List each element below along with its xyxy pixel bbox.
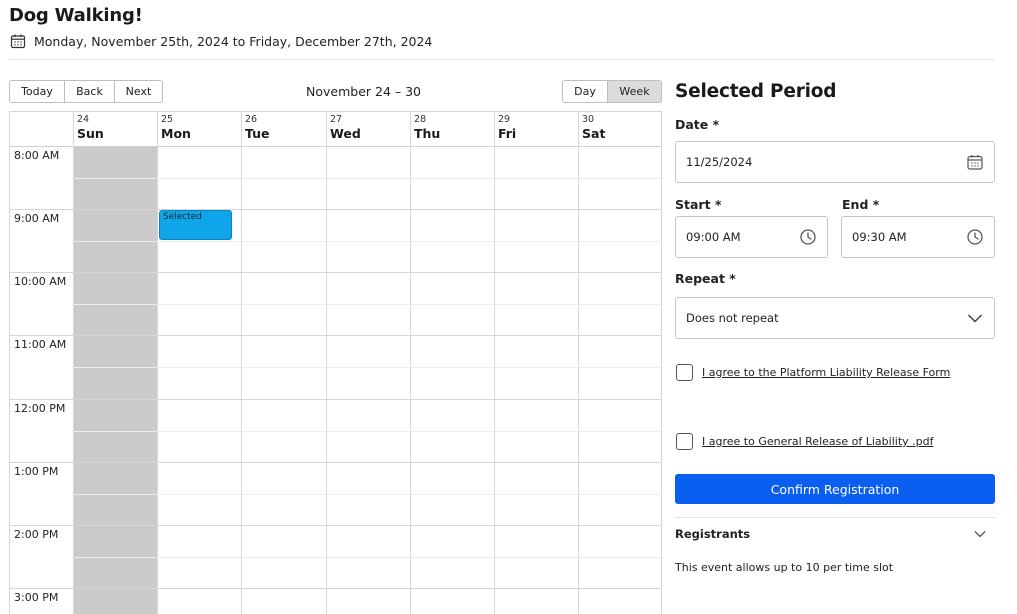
chevron-down-icon[interactable] xyxy=(966,309,984,327)
agree-general-checkbox[interactable] xyxy=(676,433,693,450)
start-time-value: 09:00 AM xyxy=(686,230,741,244)
half-hour-line xyxy=(73,304,662,305)
half-hour-line xyxy=(73,557,662,558)
day-name: Sun xyxy=(77,126,104,141)
day-name: Tue xyxy=(245,126,270,141)
time-label: 2:00 PM xyxy=(14,528,59,541)
time-gutter-header xyxy=(10,112,73,147)
time-label: 10:00 AM xyxy=(14,275,67,288)
date-range-text: Monday, November 25th, 2024 to Friday, D… xyxy=(34,33,433,49)
half-hour-line xyxy=(73,494,662,495)
day-name: Fri xyxy=(498,126,517,141)
calendar-body: 8:00 AM 9:00 AM 10:00 AM 11:00 AM 12:00 … xyxy=(10,147,662,614)
time-label: 9:00 AM xyxy=(14,212,60,225)
event-date-range: Monday, November 25th, 2024 to Friday, D… xyxy=(10,33,432,49)
selected-event[interactable]: Selected xyxy=(159,210,232,240)
day-number: 28 xyxy=(414,114,427,125)
half-hour-line xyxy=(73,241,662,242)
agree-platform-checkbox[interactable] xyxy=(676,364,693,381)
hour-line xyxy=(10,588,662,589)
day-name: Wed xyxy=(330,126,361,141)
hour-line xyxy=(10,209,662,210)
date-label: Date * xyxy=(675,117,720,132)
day-header-thu[interactable]: 28 Thu xyxy=(410,112,494,147)
day-header-wed[interactable]: 27 Wed xyxy=(326,112,410,147)
date-field[interactable]: 11/25/2024 xyxy=(675,141,995,183)
repeat-value: Does not repeat xyxy=(686,311,779,325)
repeat-select[interactable]: Does not repeat xyxy=(675,297,995,339)
clock-icon[interactable] xyxy=(799,228,817,246)
end-time-value: 09:30 AM xyxy=(852,230,907,244)
hour-line xyxy=(10,272,662,273)
day-view-button[interactable]: Day xyxy=(563,81,608,102)
calendar-view-group: Day Week xyxy=(562,80,662,103)
calendar-icon[interactable] xyxy=(966,153,984,171)
day-header-sat[interactable]: 30 Sat xyxy=(578,112,662,147)
week-view-button[interactable]: Week xyxy=(608,81,661,102)
day-number: 25 xyxy=(161,114,174,125)
calendar-header: 24 Sun 25 Mon 26 Tue 27 Wed 28 Thu 29 Fr… xyxy=(10,112,662,147)
back-button[interactable]: Back xyxy=(65,81,115,102)
time-label: 11:00 AM xyxy=(14,338,67,351)
date-value: 11/25/2024 xyxy=(686,155,753,169)
half-hour-line xyxy=(73,431,662,432)
day-name: Mon xyxy=(161,126,191,141)
day-column-fri[interactable] xyxy=(494,147,578,614)
hour-line xyxy=(10,462,662,463)
header-divider xyxy=(9,59,995,60)
day-column-thu[interactable] xyxy=(410,147,494,614)
day-header-mon[interactable]: 25 Mon xyxy=(157,112,241,147)
calendar-nav-group: Today Back Next xyxy=(9,80,163,103)
registrants-divider xyxy=(675,517,995,518)
day-column-sun xyxy=(73,147,157,614)
hour-line xyxy=(10,525,662,526)
half-hour-line xyxy=(73,367,662,368)
day-header-fri[interactable]: 29 Fri xyxy=(494,112,578,147)
calendar-range-label: November 24 – 30 xyxy=(306,84,422,99)
agree-platform-link[interactable]: I agree to the Platform Liability Releas… xyxy=(702,366,950,379)
day-header-sun[interactable]: 24 Sun xyxy=(73,112,157,147)
calendar-right-border xyxy=(661,112,662,614)
chevron-down-icon[interactable] xyxy=(972,527,988,541)
day-column-wed[interactable] xyxy=(326,147,410,614)
today-button[interactable]: Today xyxy=(10,81,65,102)
registrants-capacity-text: This event allows up to 10 per time slot xyxy=(675,561,894,574)
time-label: 8:00 AM xyxy=(14,149,60,162)
hour-line xyxy=(10,335,662,336)
start-time-field[interactable]: 09:00 AM xyxy=(675,216,828,258)
day-column-tue[interactable] xyxy=(241,147,326,614)
time-label: 1:00 PM xyxy=(14,465,59,478)
start-label: Start * xyxy=(675,197,722,212)
confirm-registration-button[interactable]: Confirm Registration xyxy=(675,474,995,504)
day-number: 26 xyxy=(245,114,258,125)
day-header-tue[interactable]: 26 Tue xyxy=(241,112,326,147)
event-title: Dog Walking! xyxy=(9,5,143,26)
half-hour-line xyxy=(73,178,662,179)
day-number: 24 xyxy=(77,114,90,125)
day-number: 27 xyxy=(330,114,343,125)
day-number: 29 xyxy=(498,114,511,125)
end-time-field[interactable]: 09:30 AM xyxy=(841,216,995,258)
day-number: 30 xyxy=(582,114,595,125)
hour-line xyxy=(10,399,662,400)
day-name: Sat xyxy=(582,126,606,141)
selected-period-title: Selected Period xyxy=(675,81,837,102)
week-calendar: 24 Sun 25 Mon 26 Tue 27 Wed 28 Thu 29 Fr… xyxy=(9,111,662,614)
time-label: 3:00 PM xyxy=(14,591,59,604)
agree-general-link[interactable]: I agree to General Release of Liability … xyxy=(702,435,933,448)
day-name: Thu xyxy=(414,126,441,141)
day-column-sat[interactable] xyxy=(578,147,662,614)
next-button[interactable]: Next xyxy=(115,81,162,102)
calendar-icon xyxy=(10,34,26,49)
clock-icon[interactable] xyxy=(966,228,984,246)
time-label: 12:00 PM xyxy=(14,402,66,415)
registrants-title[interactable]: Registrants xyxy=(675,527,750,541)
repeat-label: Repeat * xyxy=(675,271,736,286)
end-label: End * xyxy=(842,197,880,212)
